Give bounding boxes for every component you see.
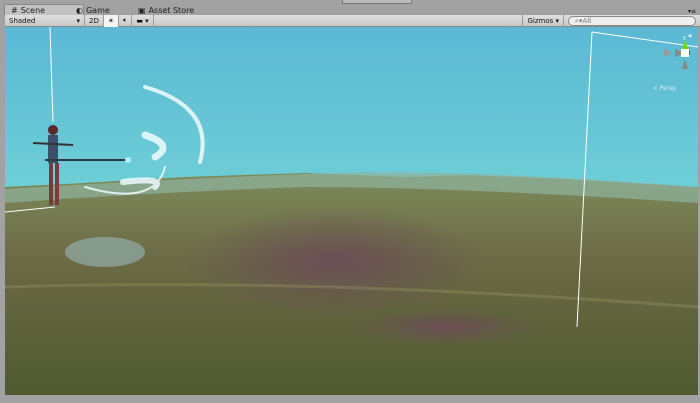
scene-viewport[interactable]: y < Persp 🔒︎ (5, 27, 698, 395)
chevron-down-icon: ▾ (76, 16, 80, 25)
projection-label[interactable]: < Persp (653, 85, 676, 92)
game-icon: ◐ (76, 5, 83, 15)
svg-text:y: y (683, 35, 686, 41)
shading-mode-dropdown[interactable]: Shaded ▾ (5, 14, 85, 27)
effects-dropdown-icon[interactable]: ▬ ▾ (132, 14, 154, 27)
play-controls[interactable] (342, 0, 412, 4)
2d-toggle-button[interactable]: 2D (85, 14, 104, 27)
audio-toggle-icon[interactable]: 🔈︎ (119, 14, 133, 27)
terrain-render (5, 27, 698, 395)
gizmos-dropdown[interactable]: Gizmos ▾ (522, 14, 564, 27)
store-icon: ▣ (138, 5, 146, 15)
lock-icon[interactable]: 🔒︎ (688, 31, 692, 40)
search-input[interactable]: ⌕▾All (568, 16, 696, 26)
scene-toolbar: Shaded ▾ 2D ☀ 🔈︎ ▬ ▾ Gizmos ▾ ⌕▾All (5, 14, 700, 27)
orientation-gizmo[interactable]: y (630, 35, 690, 85)
lighting-toggle-icon[interactable]: ☀ (103, 14, 120, 27)
tab-menu-icon[interactable]: ▾≡ (688, 8, 696, 15)
bottom-border (0, 395, 700, 403)
